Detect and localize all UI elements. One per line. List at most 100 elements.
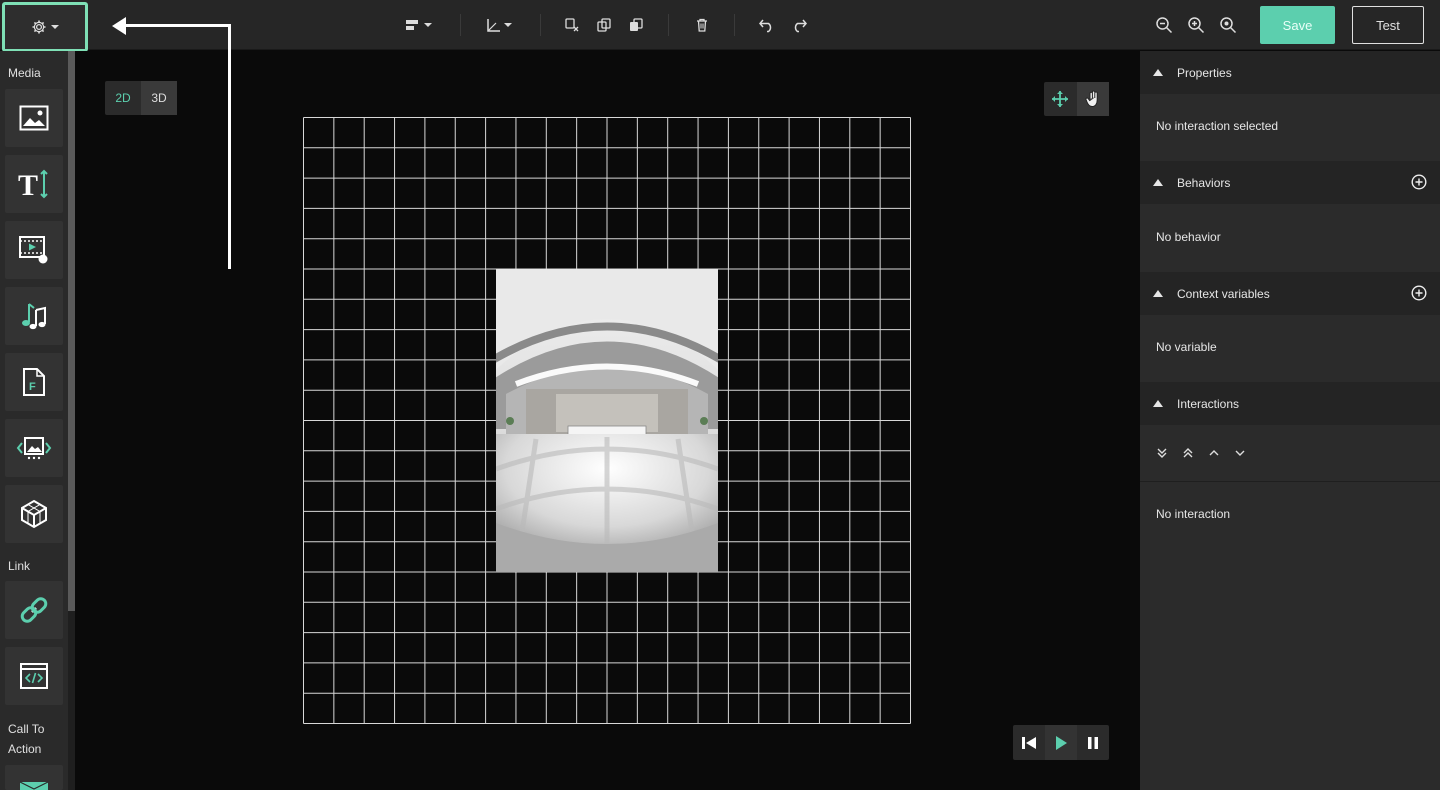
save-button[interactable]: Save	[1260, 6, 1335, 44]
divider	[1140, 481, 1440, 482]
caret-down-icon	[51, 25, 59, 29]
envelope-icon	[19, 781, 49, 790]
undo-button[interactable]	[753, 11, 781, 39]
video-tool[interactable]	[5, 221, 63, 279]
pause-button[interactable]	[1077, 725, 1109, 760]
toolbar-divider	[460, 14, 461, 36]
toggle-2d[interactable]: 2D	[105, 81, 141, 115]
image-icon	[19, 105, 49, 131]
settings-menu-button[interactable]	[2, 2, 88, 52]
collapse-triangle-icon	[1153, 69, 1163, 76]
add-variable-icon[interactable]	[1411, 285, 1427, 301]
panorama-image[interactable]	[496, 269, 718, 572]
move-down-icon[interactable]	[1234, 447, 1246, 459]
panorama-lobby-picture	[496, 269, 718, 572]
toolbar-divider	[734, 14, 735, 36]
sidebar-scrollbar-thumb[interactable]	[68, 51, 75, 611]
link-tool[interactable]	[5, 581, 63, 639]
move-arrows-icon	[1052, 91, 1069, 107]
zoom-in-icon	[1188, 17, 1205, 34]
redo-icon	[794, 19, 807, 33]
trash-icon	[697, 18, 707, 32]
zoom-fit-button[interactable]	[1214, 11, 1242, 39]
dimension-toggle: 2D 3D	[105, 81, 177, 115]
add-behavior-icon[interactable]	[1411, 174, 1427, 190]
annotation-arrow-head	[112, 17, 126, 35]
interactions-header[interactable]: Interactions	[1140, 382, 1440, 425]
section-label-cta-line1: Call To	[8, 722, 45, 736]
move-mode-button[interactable]	[1044, 82, 1077, 116]
duplicate-button[interactable]	[558, 11, 586, 39]
svg-text:F: F	[29, 381, 36, 393]
gear-icon	[32, 20, 46, 34]
playback-controls	[1013, 725, 1109, 760]
copy-icon	[597, 18, 611, 32]
hand-icon	[1085, 90, 1098, 108]
canvas-mode-group	[1044, 82, 1109, 116]
play-icon	[1056, 735, 1067, 750]
section-label-link: Link	[8, 559, 31, 573]
axis-dropdown-button[interactable]	[482, 11, 516, 39]
embed-tool[interactable]	[5, 647, 63, 705]
paste-icon	[630, 18, 643, 31]
align-dropdown-button[interactable]	[402, 11, 436, 39]
copy-button[interactable]	[590, 11, 618, 39]
email-tool[interactable]	[5, 765, 63, 790]
collapse-triangle-icon	[1153, 290, 1163, 297]
toggle-3d[interactable]: 3D	[141, 81, 177, 115]
interactions-empty-text: No interaction	[1156, 507, 1231, 521]
gallery-tool[interactable]	[5, 419, 63, 477]
properties-empty-text: No interaction selected	[1156, 119, 1279, 133]
move-up-icon[interactable]	[1208, 447, 1220, 459]
test-button[interactable]: Test	[1352, 6, 1424, 44]
code-window-icon	[20, 663, 48, 689]
media-sidebar: Media T F Link Call To Action	[0, 51, 68, 790]
align-icon	[406, 20, 432, 30]
interactions-title: Interactions	[1177, 396, 1240, 411]
section-label-cta-line2: Action	[8, 742, 42, 756]
move-to-top-icon[interactable]	[1182, 447, 1194, 459]
paste-button[interactable]	[622, 11, 650, 39]
image-tool[interactable]	[5, 89, 63, 147]
properties-title: Properties	[1177, 65, 1232, 80]
move-to-bottom-icon[interactable]	[1156, 447, 1168, 459]
behaviors-header[interactable]: Behaviors	[1140, 161, 1440, 204]
text-icon: T	[18, 169, 48, 200]
pause-icon	[1088, 736, 1098, 749]
behaviors-empty-text: No behavior	[1156, 230, 1221, 244]
video-icon	[19, 236, 48, 264]
file-tool[interactable]: F	[5, 353, 63, 411]
duplicate-icon	[565, 18, 579, 32]
delete-button[interactable]	[688, 11, 716, 39]
annotation-arrow-shaft	[122, 24, 231, 27]
behaviors-title: Behaviors	[1177, 175, 1231, 190]
skip-back-button[interactable]	[1013, 725, 1045, 760]
collapse-triangle-icon	[1153, 179, 1163, 186]
3d-object-tool[interactable]	[5, 485, 63, 543]
skip-back-icon	[1022, 736, 1036, 749]
music-icon	[22, 303, 46, 330]
undo-icon	[759, 19, 772, 33]
cube-icon	[21, 499, 47, 529]
zoom-in-button[interactable]	[1182, 11, 1210, 39]
gallery-icon	[16, 437, 52, 460]
section-label-media: Media	[8, 66, 41, 80]
context-variables-title: Context variables	[1177, 286, 1270, 301]
right-panel: Properties No interaction selected Behav…	[1140, 51, 1440, 790]
zoom-out-button[interactable]	[1150, 11, 1178, 39]
text-tool[interactable]: T	[5, 155, 63, 213]
redo-button[interactable]	[785, 11, 813, 39]
zoom-out-icon	[1156, 17, 1173, 34]
interaction-order-controls	[1156, 447, 1246, 459]
audio-tool[interactable]	[5, 287, 63, 345]
context-variables-header[interactable]: Context variables	[1140, 272, 1440, 315]
context-variables-empty-text: No variable	[1156, 340, 1217, 354]
properties-header[interactable]: Properties	[1140, 51, 1440, 94]
zoom-fit-icon	[1220, 17, 1237, 34]
play-button[interactable]	[1045, 725, 1077, 760]
toolbar-divider	[668, 14, 669, 36]
svg-text:T: T	[18, 169, 38, 200]
file-icon: F	[23, 368, 45, 396]
pan-mode-button[interactable]	[1076, 82, 1109, 116]
annotation-arrow-stem	[228, 24, 231, 269]
